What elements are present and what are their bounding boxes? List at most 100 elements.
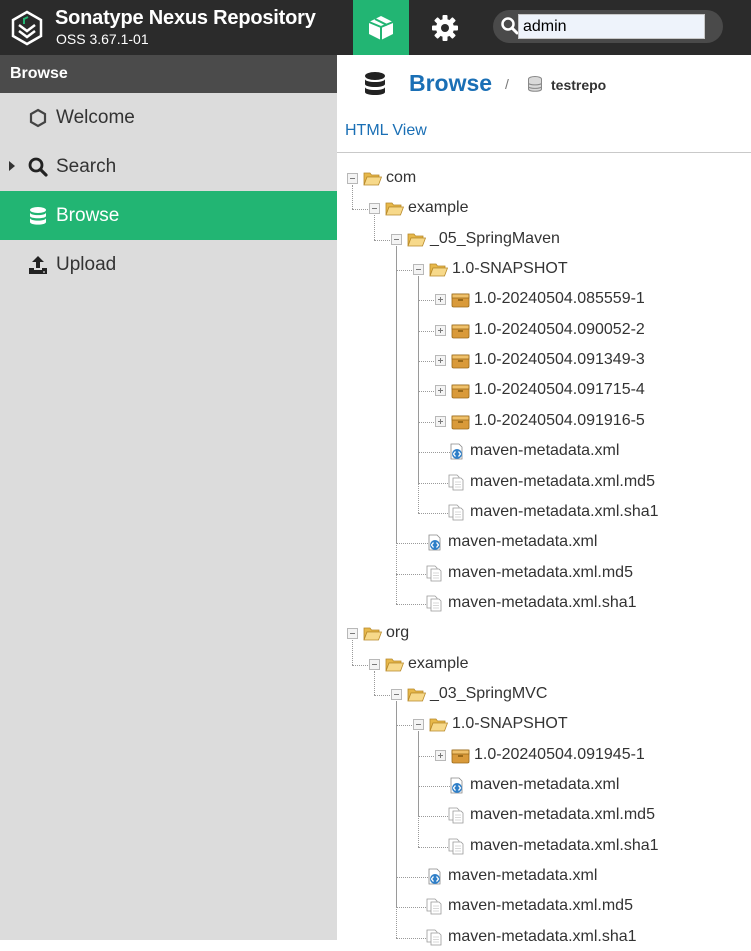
tree-connector (396, 603, 428, 605)
file-icon (447, 474, 466, 491)
collapse-toggle-icon[interactable] (369, 658, 380, 670)
sidebar-heading: Browse (0, 55, 337, 93)
folder-open-icon (407, 231, 427, 248)
tree-connector (374, 215, 375, 240)
tree-connector (396, 700, 397, 938)
folder-open-icon (407, 686, 427, 703)
folder-open-icon (385, 656, 405, 673)
tree-connector (396, 937, 428, 939)
collapse-toggle-icon[interactable] (413, 264, 424, 276)
expand-toggle-icon[interactable] (435, 355, 446, 367)
sidebar-item-welcome[interactable]: Welcome (0, 93, 337, 142)
database-icon (30, 207, 46, 225)
search-icon (501, 17, 519, 35)
folder-open-icon (363, 625, 383, 642)
tree-connector (352, 640, 353, 665)
tree-node-label: 1.0-20240504.085559-1 (474, 290, 645, 308)
sidebar-item-search[interactable]: Search (0, 142, 337, 191)
tree-node-label: maven-metadata.xml (448, 867, 598, 885)
tree-node-label: maven-metadata.xml.sha1 (448, 593, 637, 611)
tree-node-label: maven-metadata.xml.md5 (470, 472, 655, 490)
tree-node-label: _03_SpringMVC (430, 684, 548, 702)
expand-toggle-icon[interactable] (435, 749, 446, 761)
folder-open-icon (363, 170, 383, 187)
tree-connector (418, 846, 450, 848)
package-icon (451, 291, 470, 308)
collapse-toggle-icon[interactable] (369, 203, 380, 215)
sidebar-item-label: Search (56, 156, 117, 177)
sidebar-item-label: Browse (56, 205, 120, 226)
tree-connector (418, 816, 450, 818)
tree-node-label: 1.0-20240504.091916-5 (474, 411, 645, 429)
sidebar-item-label: Upload (56, 254, 117, 275)
package-icon (451, 747, 470, 764)
tree-connector (418, 452, 450, 454)
hexagon-icon (29, 108, 47, 128)
component-tree: com example _05_SpringMaven 1.0-SNAPSHOT 1.0… (337, 55, 751, 946)
sidebar-item-upload[interactable]: Upload (0, 240, 337, 289)
expand-toggle-icon[interactable] (435, 294, 446, 306)
collapse-toggle-icon[interactable] (391, 233, 402, 245)
tree-node-label: maven-metadata.xml.md5 (470, 806, 655, 824)
tree-node-label: 1.0-20240504.090052-2 (474, 320, 645, 338)
sidebar-item-browse[interactable]: Browse (0, 191, 337, 240)
tree-node-label: 1.0-SNAPSHOT (452, 715, 568, 733)
tree-node-label: _05_SpringMaven (430, 229, 560, 247)
sidebar-item-label: Welcome (56, 107, 135, 128)
tree-connector (396, 877, 428, 879)
expand-toggle-icon[interactable] (435, 324, 446, 336)
tree-node-label: maven-metadata.xml.sha1 (470, 502, 659, 520)
folder-open-icon (385, 200, 405, 217)
tree-node-label: maven-metadata.xml (470, 442, 620, 460)
xml-file-icon (425, 534, 444, 551)
package-icon (451, 322, 470, 339)
tree-node-label: maven-metadata.xml (470, 776, 620, 793)
gear-icon (432, 14, 458, 41)
admin-mode-button[interactable] (418, 0, 472, 55)
collapse-toggle-icon[interactable] (347, 173, 358, 184)
tree-node-label: 1.0-20240504.091715-4 (474, 381, 645, 399)
search-input[interactable] (518, 14, 705, 39)
file-icon (425, 929, 444, 946)
app-version: OSS 3.67.1-01 (56, 31, 149, 47)
global-search (493, 10, 723, 43)
expand-toggle-icon[interactable] (435, 385, 446, 397)
tree-node-label: maven-metadata.xml.sha1 (448, 927, 637, 945)
expand-toggle-icon[interactable] (435, 415, 446, 427)
sidebar: Browse Welcome Search Browse Upload (0, 55, 337, 940)
top-header: Sonatype Nexus Repository OSS 3.67.1-01 (0, 0, 751, 55)
xml-file-icon (447, 443, 466, 460)
file-icon (447, 838, 466, 855)
tree-connector (418, 731, 419, 847)
file-icon (447, 807, 466, 824)
tree-node-label: maven-metadata.xml.md5 (448, 897, 633, 915)
tree-connector (418, 482, 450, 484)
tree-node-label: example (408, 654, 469, 672)
upload-icon (29, 256, 47, 274)
tree-node-label: 1.0-20240504.091349-3 (474, 351, 645, 369)
tree-node-label: 1.0-20240504.091945-1 (474, 745, 645, 763)
tree-connector (396, 573, 428, 575)
collapse-toggle-icon[interactable] (391, 688, 402, 700)
package-icon (451, 382, 470, 399)
folder-open-icon (429, 716, 449, 733)
file-icon (425, 898, 444, 915)
expand-caret-icon[interactable] (9, 161, 15, 171)
tree-connector (374, 670, 375, 695)
tree-node-label: org (386, 624, 410, 642)
package-icon (451, 413, 470, 430)
file-icon (447, 504, 466, 521)
collapse-toggle-icon[interactable] (413, 719, 424, 731)
browse-mode-button[interactable] (353, 0, 409, 55)
collapse-toggle-icon[interactable] (347, 628, 358, 640)
app-title: Sonatype Nexus Repository (55, 7, 316, 29)
file-icon (425, 565, 444, 582)
search-icon (28, 157, 48, 177)
tree-node-label: maven-metadata.xml (448, 533, 598, 551)
package-icon (451, 352, 470, 369)
tree-connector (352, 185, 353, 210)
folder-open-icon (429, 261, 449, 278)
tree-connector (396, 543, 428, 545)
tree-node-label: example (408, 199, 469, 217)
xml-file-icon (425, 868, 444, 885)
